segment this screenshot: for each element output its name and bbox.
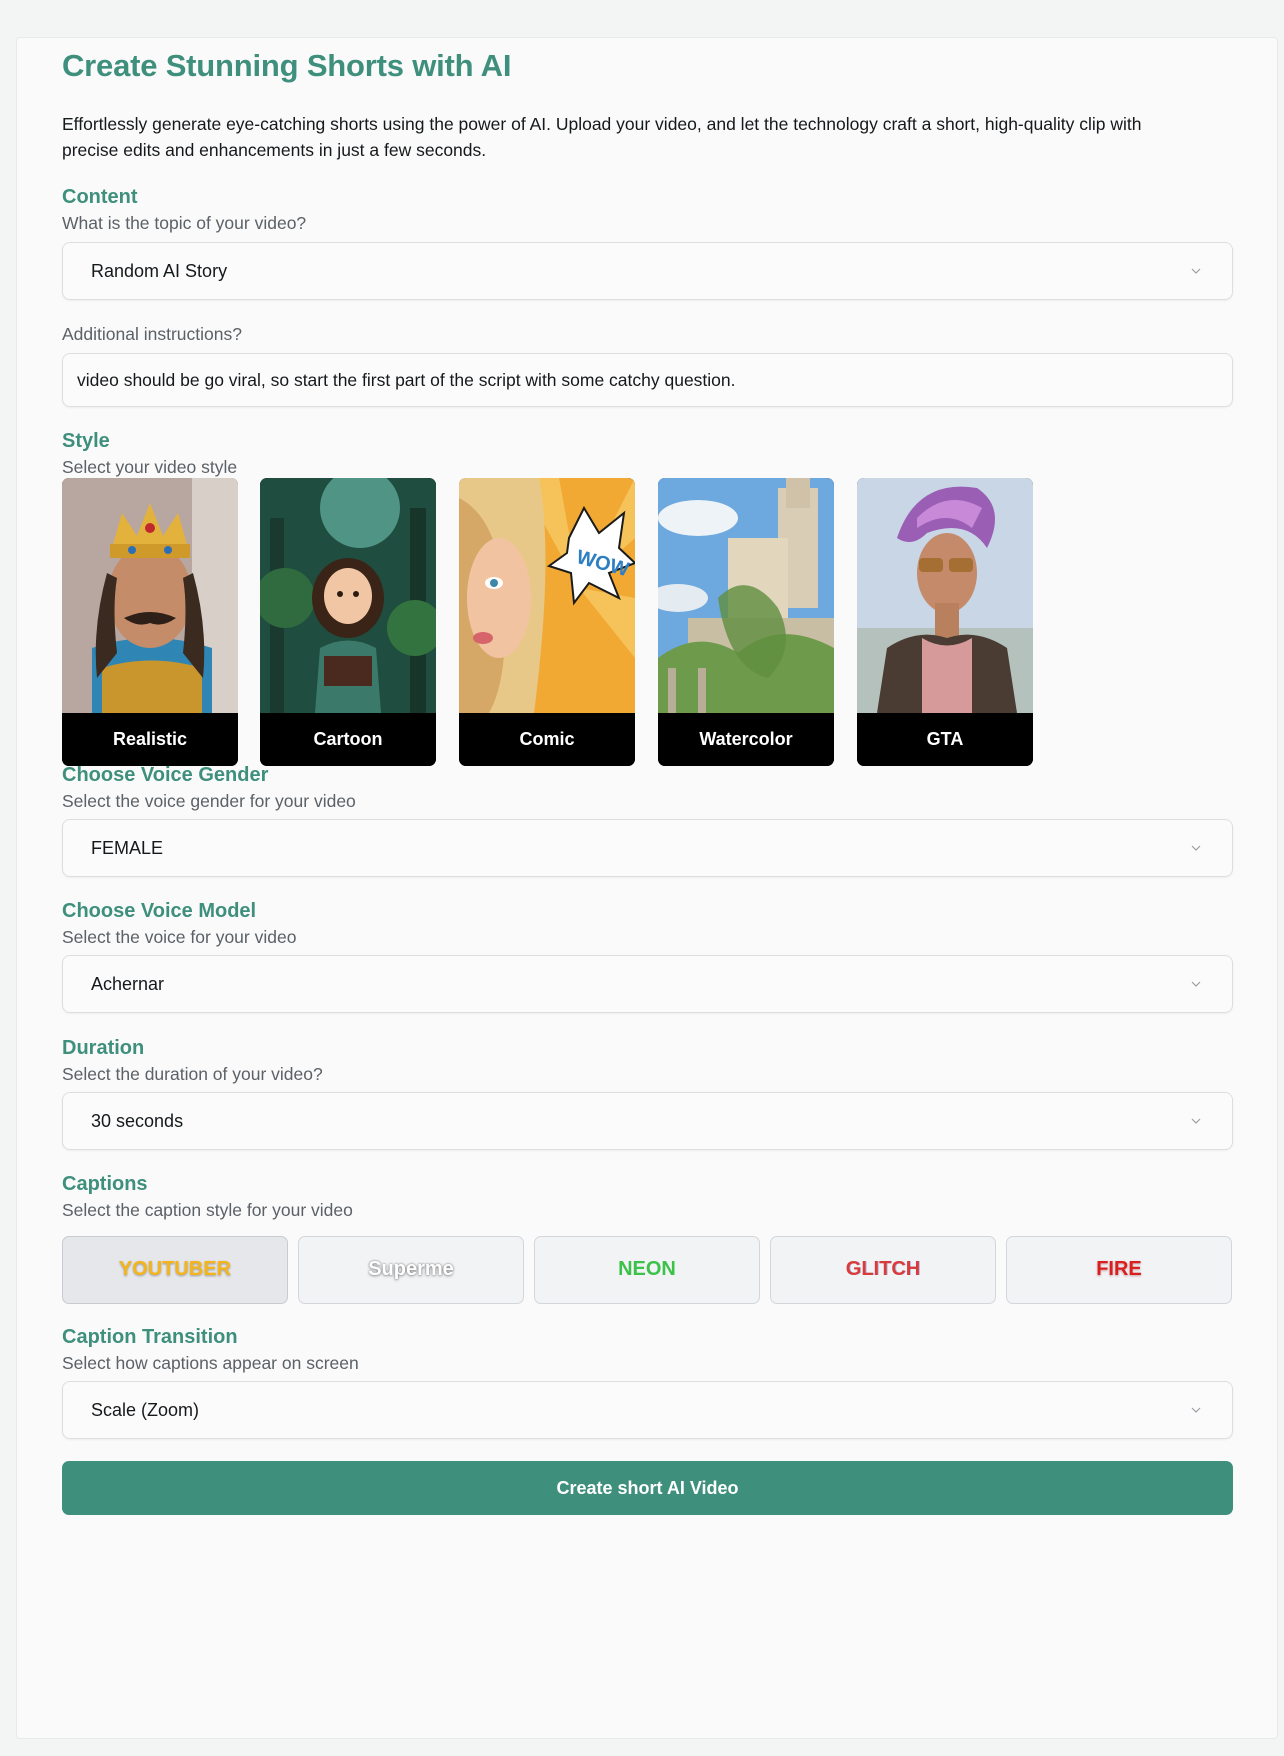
topic-select-value: Random AI Story — [91, 261, 228, 281]
voice-model-select-value: Achernar — [91, 974, 165, 994]
voice-gender-select[interactable]: FEMALE — [62, 819, 1233, 877]
captions-section-title: Captions — [62, 1173, 148, 1195]
caption-transition-select[interactable]: Scale (Zoom) — [62, 1381, 1233, 1439]
duration-select-value: 30 seconds — [91, 1111, 184, 1131]
style-label: Cartoon — [260, 713, 436, 766]
caption-option-glitch[interactable]: GLITCH — [770, 1236, 996, 1304]
duration-select[interactable]: 30 seconds — [62, 1092, 1233, 1150]
voice-gender-section-title: Choose Voice Gender — [62, 764, 269, 786]
caption-option-superme[interactable]: Superme — [298, 1236, 524, 1304]
page-description: Effortlessly generate eye-catching short… — [62, 114, 1142, 160]
realistic-king-image — [62, 478, 238, 713]
watercolor-castle-image — [658, 478, 834, 713]
gta-woman-image — [857, 478, 1033, 713]
caption-transition-select-value: Scale (Zoom) — [91, 1400, 200, 1420]
voice-model-select[interactable]: Achernar — [62, 955, 1233, 1013]
caption-transition-section-subtitle: Select how captions appear on screen — [62, 1353, 359, 1373]
style-section-subtitle: Select your video style — [62, 457, 238, 477]
chevron-down-icon — [1191, 981, 1201, 987]
style-option-watercolor[interactable]: Watercolor — [658, 478, 834, 766]
captions-section-subtitle: Select the caption style for your video — [62, 1200, 353, 1220]
style-section-title: Style — [62, 430, 110, 452]
voice-model-section-subtitle: Select the voice for your video — [62, 927, 297, 947]
chevron-down-icon — [1191, 1407, 1201, 1413]
topic-select[interactable]: Random AI Story — [62, 242, 1233, 300]
caption-option-fire[interactable]: FIRE — [1006, 1236, 1232, 1304]
style-option-cartoon[interactable]: Cartoon — [260, 478, 436, 766]
comic-woman-image: WOW — [459, 478, 635, 713]
style-option-comic[interactable]: WOW Comic — [459, 478, 635, 766]
duration-section-title: Duration — [62, 1037, 145, 1059]
style-options: Realistic Cartoon WOW Comic Watercolor G… — [62, 478, 1062, 766]
cartoon-girl-image — [260, 478, 436, 713]
caption-style-options: YOUTUBER Superme NEON GLITCH FIRE — [62, 1236, 1233, 1304]
voice-model-section-title: Choose Voice Model — [62, 900, 257, 922]
style-label: Watercolor — [658, 713, 834, 766]
content-section-subtitle: What is the topic of your video? — [62, 213, 307, 233]
caption-option-neon[interactable]: NEON — [534, 1236, 760, 1304]
instructions-input[interactable]: video should be go viral, so start the f… — [62, 353, 1233, 407]
chevron-down-icon — [1191, 1118, 1201, 1124]
chevron-down-icon — [1191, 268, 1201, 274]
style-label: Realistic — [62, 713, 238, 766]
voice-gender-section-subtitle: Select the voice gender for your video — [62, 791, 356, 811]
page-title: Create Stunning Shorts with AI — [62, 48, 512, 83]
content-section-title: Content — [62, 186, 138, 208]
caption-transition-section-title: Caption Transition — [62, 1326, 238, 1348]
caption-option-youtuber[interactable]: YOUTUBER — [62, 1236, 288, 1304]
create-shorts-form: Create Stunning Shorts with AI Effortles… — [16, 37, 1278, 1739]
style-label: Comic — [459, 713, 635, 766]
voice-gender-select-value: FEMALE — [91, 838, 164, 858]
instructions-input-value: video should be go viral, so start the f… — [77, 370, 736, 390]
style-option-gta[interactable]: GTA — [857, 478, 1033, 766]
style-option-realistic[interactable]: Realistic — [62, 478, 238, 766]
duration-section-subtitle: Select the duration of your video? — [62, 1064, 323, 1084]
instructions-label: Additional instructions? — [62, 324, 242, 344]
style-label: GTA — [857, 713, 1033, 766]
chevron-down-icon — [1191, 845, 1201, 851]
create-video-button[interactable]: Create short AI Video — [62, 1461, 1233, 1515]
